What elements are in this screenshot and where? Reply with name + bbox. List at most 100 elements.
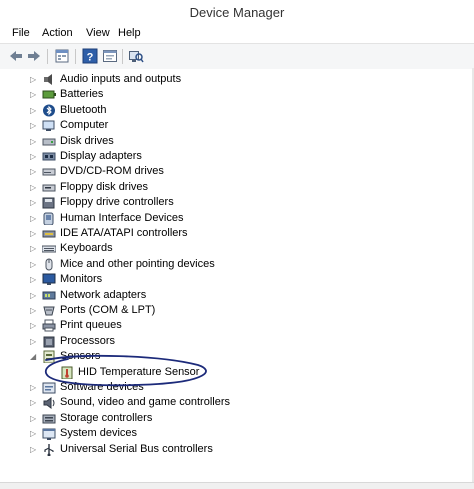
help-icon[interactable]: ? <box>82 48 98 64</box>
tree-item-label: Floppy drive controllers <box>60 196 174 209</box>
tree-category-item[interactable]: ▷ Ports (COM & LPT) <box>0 303 474 318</box>
tree-item-label: System devices <box>60 427 138 440</box>
tree-category-item[interactable]: ▷ Mice and other pointing devices <box>0 257 474 272</box>
ide-controller-icon <box>42 227 56 240</box>
expand-arrow-icon[interactable]: ▷ <box>30 321 38 330</box>
port-icon <box>42 304 56 317</box>
tree-category-item[interactable]: ▷ Universal Serial Bus controllers <box>0 442 474 457</box>
keyboard-icon <box>41 242 57 255</box>
menu-view[interactable]: View <box>86 27 110 39</box>
expand-arrow-icon[interactable]: ▷ <box>30 90 38 99</box>
expand-arrow-icon[interactable]: ▷ <box>30 244 38 253</box>
expand-arrow-icon[interactable]: ▷ <box>30 398 38 407</box>
tree-category-item[interactable]: ◢ Sensors <box>0 349 474 364</box>
expand-arrow-icon[interactable]: ▷ <box>30 445 38 454</box>
storage-controller-icon <box>42 412 56 425</box>
expand-arrow-icon[interactable]: ▷ <box>30 121 38 130</box>
tree-category-item[interactable]: ▷ Computer <box>0 118 474 133</box>
menu-action[interactable]: Action <box>42 27 73 39</box>
tree-category-item[interactable]: ▷ Bluetooth <box>0 103 474 118</box>
svg-text:?: ? <box>87 52 94 64</box>
expand-arrow-icon[interactable]: ▷ <box>30 75 38 84</box>
back-arrow-icon[interactable] <box>8 48 24 64</box>
expand-arrow-icon[interactable]: ▷ <box>30 183 38 192</box>
tree-category-item[interactable]: ▷ Monitors <box>0 272 474 287</box>
properties-icon[interactable] <box>54 48 70 64</box>
tree-category-item[interactable]: ▷ Human Interface Devices <box>0 211 474 226</box>
monitor-icon <box>42 273 56 286</box>
processor-icon <box>42 335 56 348</box>
expand-arrow-icon[interactable]: ▷ <box>30 106 38 115</box>
expand-arrow-icon[interactable]: ▷ <box>30 214 38 223</box>
tree-item-label: DVD/CD-ROM drives <box>60 165 164 178</box>
system-device-icon <box>42 427 56 441</box>
tree-category-item[interactable]: ▷ Display adapters <box>0 149 474 164</box>
tree-item-label: Keyboards <box>60 242 113 255</box>
expand-arrow-icon[interactable]: ▷ <box>30 229 38 238</box>
expand-arrow-icon[interactable]: ▷ <box>30 260 38 269</box>
scan-hardware-icon[interactable] <box>128 48 144 64</box>
tree-category-item[interactable]: ▷ DVD/CD-ROM drives <box>0 164 474 179</box>
tree-item-label: Universal Serial Bus controllers <box>60 442 213 455</box>
menu-file[interactable]: File <box>12 27 30 39</box>
forward-arrow-icon[interactable] <box>26 48 42 64</box>
tree-category-item[interactable]: ▷ Network adapters <box>0 288 474 303</box>
tree-item-label: Ports (COM & LPT) <box>60 304 156 316</box>
tree-category-item[interactable]: ▷ Keyboards <box>0 241 474 256</box>
dvd-drive-icon <box>42 165 56 178</box>
tree-item-label: Human Interface Devices <box>60 211 184 224</box>
expand-arrow-icon[interactable]: ▷ <box>30 152 38 161</box>
window-title: Device Manager <box>189 5 285 20</box>
tree-item-label: Audio inputs and outputs <box>60 73 182 85</box>
refresh-view-icon[interactable] <box>102 48 118 64</box>
display-adapter-icon <box>42 150 56 163</box>
tree-category-item[interactable]: ▷ Audio inputs and outputs <box>0 72 474 87</box>
tree-category-item[interactable]: ▷ System devices <box>0 426 474 441</box>
tree-category-item[interactable]: ▷ Print queues <box>0 318 474 333</box>
toolbar-separator <box>75 49 76 64</box>
tree-category-item[interactable]: ▷ Software devices <box>0 380 474 395</box>
expand-arrow-icon[interactable]: ▷ <box>30 306 38 315</box>
tree-item-label: Storage controllers <box>60 411 153 424</box>
expand-arrow-icon[interactable]: ▷ <box>30 291 38 300</box>
tree-item-label: Processors <box>60 334 116 347</box>
tree-category-item[interactable]: ▷ Batteries <box>0 87 474 102</box>
tree-category-item[interactable]: ▷ Floppy drive controllers <box>0 195 474 210</box>
expand-arrow-icon[interactable]: ▷ <box>30 198 38 207</box>
tree-category-item[interactable]: ▷ Sound, video and game controllers <box>0 395 474 410</box>
expand-arrow-icon[interactable]: ▷ <box>30 167 38 176</box>
tree-category-item[interactable]: ▷ Floppy disk drives <box>0 180 474 195</box>
menu-help[interactable]: Help <box>118 27 141 39</box>
bluetooth-icon <box>42 104 56 117</box>
tree-category-item[interactable]: ▷ Storage controllers <box>0 411 474 426</box>
speaker-icon <box>42 73 56 86</box>
tree-item-label: IDE ATA/ATAPI controllers <box>60 227 188 239</box>
toolbar-separator <box>47 49 48 64</box>
tree-category-item[interactable]: ▷ IDE ATA/ATAPI controllers <box>0 226 474 241</box>
expand-arrow-icon[interactable]: ▷ <box>30 275 38 284</box>
tree-category-item[interactable]: ▷ Disk drives <box>0 134 474 149</box>
tree-item-label: Bluetooth <box>60 103 107 116</box>
disk-drive-icon <box>42 135 56 148</box>
tree-category-item[interactable]: ▷ Processors <box>0 334 474 349</box>
tree-item-label: Software devices <box>60 381 144 393</box>
tree-item-label: Monitors <box>60 273 103 286</box>
battery-icon <box>42 88 56 101</box>
mouse-icon <box>42 258 56 271</box>
expand-arrow-icon[interactable]: ▷ <box>30 137 38 146</box>
expand-arrow-icon[interactable]: ▷ <box>30 429 38 438</box>
expand-arrow-icon[interactable]: ▷ <box>30 337 38 346</box>
tree-item-label: HID Temperature Sensor <box>78 365 200 378</box>
collapse-arrow-icon[interactable]: ◢ <box>30 352 38 361</box>
tree-child-item[interactable]: HID Temperature Sensor <box>0 365 474 380</box>
tree-item-label: Disk drives <box>60 134 114 147</box>
expand-arrow-icon[interactable]: ▷ <box>30 383 38 392</box>
expand-arrow-icon[interactable]: ▷ <box>30 414 38 423</box>
device-tree[interactable]: ▷ Audio inputs and outputs ▷ Batteries ▷ Blue… <box>0 69 474 488</box>
tree-item-label: Computer <box>60 119 109 132</box>
software-device-icon <box>42 381 56 394</box>
title-bar: Device Manager <box>0 0 474 25</box>
tree-item-label: Sensors <box>60 350 101 363</box>
toolbar-separator <box>122 49 123 64</box>
computer-icon <box>42 119 56 132</box>
